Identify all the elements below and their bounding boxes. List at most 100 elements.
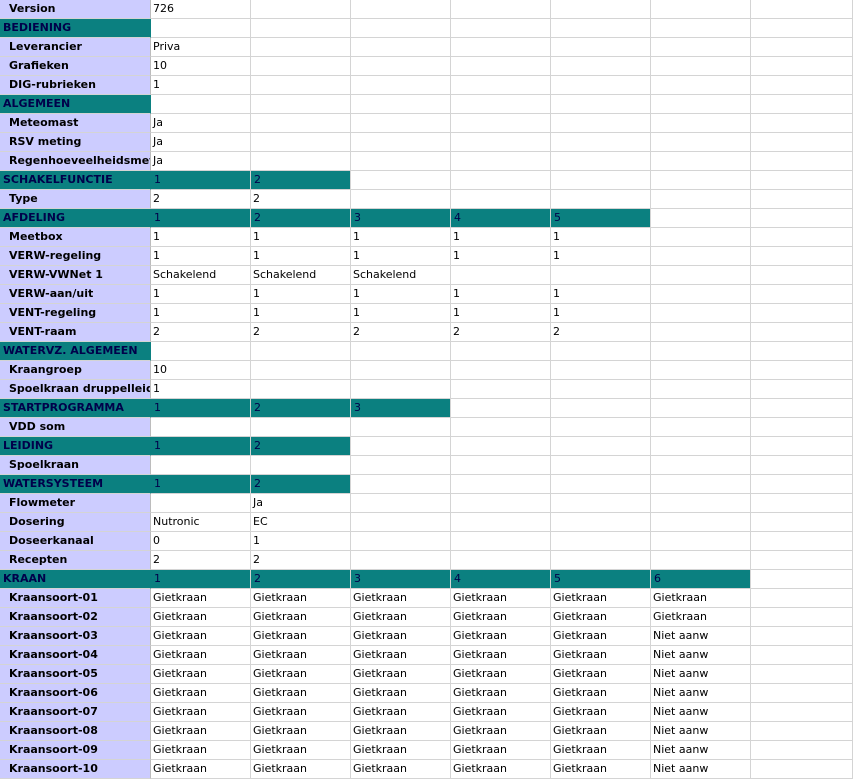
value-cell[interactable]: Gietkraan xyxy=(651,608,751,627)
value-cell[interactable]: 10 xyxy=(151,57,251,76)
value-cell[interactable] xyxy=(551,171,651,190)
value-cell[interactable] xyxy=(451,152,551,171)
value-cell[interactable]: 1 xyxy=(551,247,651,266)
value-cell[interactable] xyxy=(751,608,853,627)
value-cell[interactable] xyxy=(251,342,351,361)
value-cell[interactable] xyxy=(551,38,651,57)
value-cell[interactable]: Gietkraan xyxy=(551,741,651,760)
row-label[interactable]: Kraansoort-07 xyxy=(0,703,151,722)
row-label[interactable]: Kraansoort-08 xyxy=(0,722,151,741)
value-cell[interactable]: Gietkraan xyxy=(551,608,651,627)
value-cell[interactable] xyxy=(751,646,853,665)
value-cell[interactable]: EC xyxy=(251,513,351,532)
value-cell[interactable] xyxy=(751,209,853,228)
value-cell[interactable]: Gietkraan xyxy=(151,722,251,741)
value-cell[interactable] xyxy=(651,513,751,532)
value-cell[interactable] xyxy=(551,114,651,133)
value-cell[interactable] xyxy=(751,342,853,361)
value-cell[interactable] xyxy=(551,494,651,513)
value-cell[interactable]: 1 xyxy=(451,304,551,323)
value-cell[interactable]: 1 xyxy=(251,532,351,551)
value-cell[interactable] xyxy=(651,361,751,380)
section-index-cell[interactable]: 5 xyxy=(551,209,651,228)
value-cell[interactable]: 1 xyxy=(151,285,251,304)
value-cell[interactable] xyxy=(551,361,651,380)
value-cell[interactable]: Gietkraan xyxy=(451,760,551,779)
value-cell[interactable]: Gietkraan xyxy=(251,665,351,684)
section-header[interactable]: WATERVZ. ALGEMEEN xyxy=(0,342,151,361)
value-cell[interactable]: 2 xyxy=(151,323,251,342)
value-cell[interactable] xyxy=(751,399,853,418)
value-cell[interactable] xyxy=(451,133,551,152)
value-cell[interactable]: Gietkraan xyxy=(551,722,651,741)
value-cell[interactable]: Gietkraan xyxy=(151,646,251,665)
section-index-cell[interactable]: 3 xyxy=(351,570,451,589)
value-cell[interactable] xyxy=(751,114,853,133)
value-cell[interactable]: 1 xyxy=(251,285,351,304)
value-cell[interactable]: Schakelend xyxy=(151,266,251,285)
value-cell[interactable]: 1 xyxy=(451,247,551,266)
value-cell[interactable] xyxy=(351,361,451,380)
row-label[interactable]: Spoelkraan xyxy=(0,456,151,475)
section-index-cell[interactable]: 1 xyxy=(151,171,251,190)
value-cell[interactable] xyxy=(251,57,351,76)
value-cell[interactable]: Gietkraan xyxy=(551,760,651,779)
value-cell[interactable] xyxy=(151,19,251,38)
value-cell[interactable]: Gietkraan xyxy=(251,608,351,627)
value-cell[interactable] xyxy=(351,190,451,209)
value-cell[interactable]: Gietkraan xyxy=(351,741,451,760)
value-cell[interactable] xyxy=(451,0,551,19)
value-cell[interactable]: Gietkraan xyxy=(251,722,351,741)
section-index-cell[interactable]: 1 xyxy=(151,437,251,456)
value-cell[interactable] xyxy=(651,399,751,418)
value-cell[interactable] xyxy=(251,95,351,114)
section-header[interactable]: STARTPROGRAMMA xyxy=(0,399,151,418)
value-cell[interactable] xyxy=(651,38,751,57)
section-header[interactable]: AFDELING xyxy=(0,209,151,228)
value-cell[interactable] xyxy=(651,209,751,228)
value-cell[interactable] xyxy=(651,228,751,247)
row-label[interactable]: Kraangroep xyxy=(0,361,151,380)
value-cell[interactable] xyxy=(251,456,351,475)
value-cell[interactable] xyxy=(451,399,551,418)
value-cell[interactable] xyxy=(251,418,351,437)
value-cell[interactable]: Gietkraan xyxy=(251,646,351,665)
value-cell[interactable] xyxy=(551,342,651,361)
value-cell[interactable] xyxy=(651,152,751,171)
row-label[interactable]: Kraansoort-03 xyxy=(0,627,151,646)
value-cell[interactable] xyxy=(451,38,551,57)
value-cell[interactable]: 1 xyxy=(251,228,351,247)
value-cell[interactable] xyxy=(751,684,853,703)
value-cell[interactable] xyxy=(551,57,651,76)
value-cell[interactable]: Gietkraan xyxy=(351,703,451,722)
value-cell[interactable]: Gietkraan xyxy=(551,627,651,646)
value-cell[interactable]: Gietkraan xyxy=(451,608,551,627)
value-cell[interactable] xyxy=(451,437,551,456)
value-cell[interactable] xyxy=(651,171,751,190)
value-cell[interactable] xyxy=(251,361,351,380)
value-cell[interactable]: Gietkraan xyxy=(151,741,251,760)
value-cell[interactable] xyxy=(151,418,251,437)
value-cell[interactable] xyxy=(651,456,751,475)
value-cell[interactable]: Niet aanw xyxy=(651,646,751,665)
row-label[interactable]: Meteomast xyxy=(0,114,151,133)
section-index-cell[interactable]: 6 xyxy=(651,570,751,589)
value-cell[interactable]: 10 xyxy=(151,361,251,380)
row-label[interactable]: Kraansoort-10 xyxy=(0,760,151,779)
value-cell[interactable] xyxy=(751,741,853,760)
value-cell[interactable] xyxy=(551,0,651,19)
value-cell[interactable] xyxy=(451,513,551,532)
value-cell[interactable] xyxy=(551,532,651,551)
value-cell[interactable] xyxy=(251,114,351,133)
value-cell[interactable] xyxy=(451,418,551,437)
value-cell[interactable]: Gietkraan xyxy=(551,589,651,608)
row-label[interactable]: Kraansoort-05 xyxy=(0,665,151,684)
value-cell[interactable]: Gietkraan xyxy=(451,741,551,760)
row-label[interactable]: VENT-raam xyxy=(0,323,151,342)
value-cell[interactable] xyxy=(751,722,853,741)
value-cell[interactable] xyxy=(651,266,751,285)
value-cell[interactable] xyxy=(751,475,853,494)
section-index-cell[interactable]: 2 xyxy=(251,475,351,494)
value-cell[interactable] xyxy=(651,494,751,513)
value-cell[interactable] xyxy=(551,437,651,456)
